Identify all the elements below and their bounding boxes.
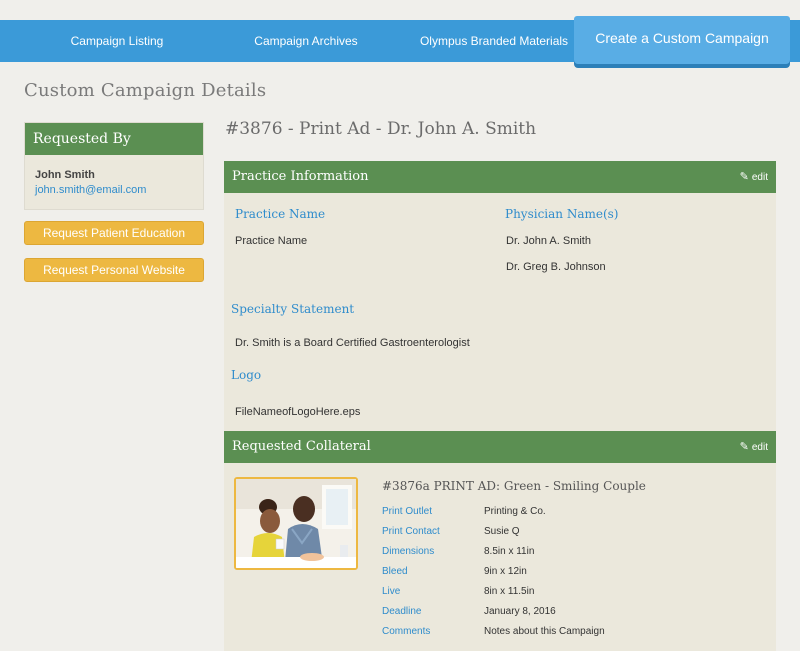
logo-file-value: FileNameofLogoHere.eps bbox=[235, 406, 361, 418]
practice-information-heading: Practice Information bbox=[232, 169, 369, 184]
print-contact-label: Print Contact bbox=[382, 526, 440, 537]
live-value: 8in x 11.5in bbox=[484, 586, 535, 597]
physician-name-2: Dr. Greg B. Johnson bbox=[506, 261, 606, 273]
deadline-value: January 8, 2016 bbox=[484, 606, 556, 617]
collateral-item-title: #3876a PRINT AD: Green - Smiling Couple bbox=[382, 479, 646, 493]
deadline-label: Deadline bbox=[382, 606, 422, 617]
requester-email-link[interactable]: john.smith@email.com bbox=[35, 184, 146, 196]
print-outlet-label: Print Outlet bbox=[382, 506, 433, 517]
practice-information-header: Practice Information ✎ edit bbox=[224, 161, 776, 193]
requested-by-card: Requested By John Smith john.smith@email… bbox=[24, 122, 204, 210]
practice-edit-link[interactable]: ✎ edit bbox=[740, 161, 768, 194]
requested-collateral-heading: Requested Collateral bbox=[232, 439, 371, 454]
comments-label: Comments bbox=[382, 626, 431, 637]
dimensions-label: Dimensions bbox=[382, 546, 435, 557]
print-contact-value: Susie Q bbox=[484, 526, 520, 537]
request-personal-website-button[interactable]: Request Personal Website bbox=[24, 258, 204, 282]
live-label: Live bbox=[382, 586, 401, 597]
request-patient-education-button[interactable]: Request Patient Education bbox=[24, 221, 204, 245]
requester-name: John Smith bbox=[35, 169, 95, 181]
collateral-edit-link[interactable]: ✎ edit bbox=[740, 431, 768, 464]
collateral-edit-label: edit bbox=[751, 442, 768, 453]
create-custom-campaign-button[interactable]: Create a Custom Campaign bbox=[574, 16, 790, 64]
comments-value: Notes about this Campaign bbox=[484, 626, 605, 637]
requested-collateral-header: Requested Collateral ✎ edit bbox=[224, 431, 776, 463]
page-title: Custom Campaign Details bbox=[24, 80, 267, 101]
bleed-label: Bleed bbox=[382, 566, 408, 577]
bleed-value: 9in x 12in bbox=[484, 566, 527, 577]
pencil-icon: ✎ bbox=[739, 171, 749, 183]
specialty-statement-label: Specialty Statement bbox=[231, 302, 355, 316]
campaign-title: #3876 - Print Ad - Dr. John A. Smith bbox=[225, 119, 537, 139]
requested-by-heading: Requested By bbox=[25, 123, 203, 155]
nav-campaign-listing[interactable]: Campaign Listing bbox=[52, 20, 182, 62]
practice-information-panel: Practice Information ✎ edit bbox=[224, 161, 776, 431]
physician-name-1: Dr. John A. Smith bbox=[506, 235, 591, 247]
physician-names-label: Physician Name(s) bbox=[505, 207, 619, 221]
nav-campaign-archives[interactable]: Campaign Archives bbox=[240, 20, 372, 62]
print-outlet-value: Printing & Co. bbox=[484, 506, 546, 517]
pencil-icon: ✎ bbox=[739, 441, 749, 453]
nav-olympus-branded-materials[interactable]: Olympus Branded Materials bbox=[418, 20, 570, 62]
specialty-statement-value: Dr. Smith is a Board Certified Gastroent… bbox=[235, 337, 470, 349]
practice-edit-label: edit bbox=[751, 172, 768, 183]
logo-label: Logo bbox=[231, 368, 262, 382]
dimensions-value: 8.5in x 11in bbox=[484, 546, 535, 557]
practice-name-label: Practice Name bbox=[235, 207, 326, 221]
smiling-couple-illustration bbox=[236, 479, 356, 568]
practice-name-value: Practice Name bbox=[235, 235, 308, 247]
collateral-thumbnail-image[interactable] bbox=[234, 477, 358, 570]
